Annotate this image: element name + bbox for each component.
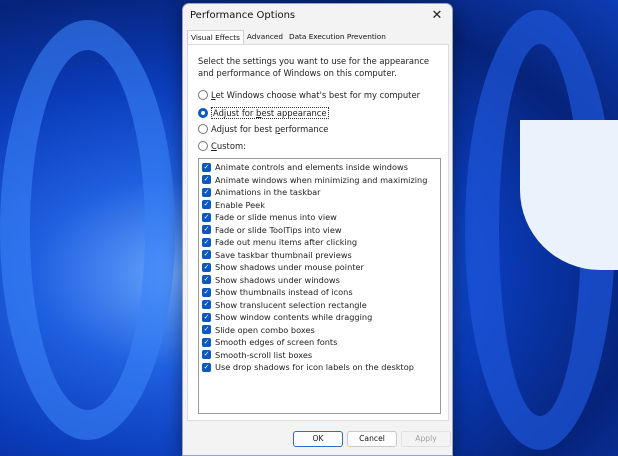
- effect-checkbox-item[interactable]: ✓ Show thumbnails instead of icons: [199, 286, 440, 299]
- radio-option[interactable]: Adjust for best performance: [198, 124, 328, 134]
- checkbox-checked-icon: ✓: [202, 325, 211, 335]
- radio-option[interactable]: Adjust for best appearance: [198, 107, 329, 119]
- radio-unselected-icon: [198, 90, 208, 100]
- tab-bar: Visual Effects Advanced Data Execution P…: [187, 30, 389, 45]
- effect-checkbox-item[interactable]: ✓ Show shadows under windows: [199, 274, 440, 287]
- checkbox-checked-icon: ✓: [202, 312, 211, 322]
- effect-label: Use drop shadows for icon labels on the …: [215, 362, 414, 373]
- effect-label: Fade or slide menus into view: [215, 212, 337, 223]
- radio-label: Adjust for best appearance: [211, 107, 329, 119]
- ok-button[interactable]: OK: [293, 431, 343, 447]
- effect-label: Save taskbar thumbnail previews: [215, 249, 352, 260]
- tab-data-execution-prevention[interactable]: Data Execution Prevention: [286, 30, 389, 44]
- tab-advanced[interactable]: Advanced: [244, 30, 286, 44]
- effect-checkbox-item[interactable]: ✓ Show window contents while dragging: [199, 311, 440, 324]
- effect-checkbox-item[interactable]: ✓ Fade out menu items after clicking: [199, 236, 440, 249]
- radio-label-part: Adjust for: [213, 108, 257, 118]
- effect-label: Animations in the taskbar: [215, 187, 321, 198]
- radio-label-part: ustom:: [216, 141, 246, 151]
- effect-label: Enable Peek: [215, 199, 265, 210]
- checkbox-checked-icon: ✓: [202, 237, 211, 247]
- radio-label-part: et Windows choose what's best for my com…: [215, 90, 421, 100]
- radio-selected-icon: [198, 108, 208, 118]
- effect-label: Slide open combo boxes: [215, 324, 315, 335]
- effect-checkbox-item[interactable]: ✓ Show shadows under mouse pointer: [199, 261, 440, 274]
- description: Select the settings you want to use for …: [198, 56, 430, 78]
- radio-label-part: Adjust for best: [211, 124, 275, 134]
- radio-label-part: erformance: [280, 124, 329, 134]
- effect-label: Show window contents while dragging: [215, 312, 373, 323]
- effect-checkbox-item[interactable]: ✓ Save taskbar thumbnail previews: [199, 249, 440, 262]
- dialog-title: Performance Options: [190, 10, 296, 21]
- checkbox-checked-icon: ✓: [202, 187, 211, 197]
- checkbox-checked-icon: ✓: [202, 162, 211, 172]
- wallpaper-swirl: [0, 20, 175, 440]
- checkbox-checked-icon: ✓: [202, 362, 211, 372]
- effect-checkbox-item[interactable]: ✓ Show translucent selection rectangle: [199, 299, 440, 312]
- radio-label: Custom:: [211, 141, 246, 151]
- checkbox-checked-icon: ✓: [202, 350, 211, 360]
- checkbox-checked-icon: ✓: [202, 337, 211, 347]
- radio-option[interactable]: Custom:: [198, 141, 246, 151]
- effect-checkbox-item[interactable]: ✓ Slide open combo boxes: [199, 324, 440, 337]
- effect-checkbox-item[interactable]: ✓ Animate controls and elements inside wi…: [199, 161, 440, 174]
- effect-label: Show translucent selection rectangle: [215, 299, 367, 310]
- effect-label: Show shadows under windows: [215, 274, 340, 285]
- effect-checkbox-item[interactable]: ✓ Use drop shadows for icon labels on the…: [199, 361, 440, 374]
- visual-effects-panel: Select the settings you want to use for …: [187, 44, 449, 421]
- effect-label: Smooth-scroll list boxes: [215, 349, 313, 360]
- checkbox-checked-icon: ✓: [202, 287, 211, 297]
- apply-button[interactable]: Apply: [401, 431, 451, 447]
- effect-checkbox-item[interactable]: ✓ Enable Peek: [199, 199, 440, 212]
- effect-checkbox-item[interactable]: ✓ Fade or slide menus into view: [199, 211, 440, 224]
- effect-label: Fade out menu items after clicking: [215, 237, 358, 248]
- checkbox-checked-icon: ✓: [202, 250, 211, 260]
- radio-option[interactable]: Let Windows choose what's best for my co…: [198, 90, 420, 100]
- checkbox-checked-icon: ✓: [202, 275, 211, 285]
- effects-list[interactable]: ✓ Animate controls and elements inside wi…: [198, 158, 441, 414]
- effect-checkbox-item[interactable]: ✓ Animations in the taskbar: [199, 186, 440, 199]
- effect-checkbox-item[interactable]: ✓ Fade or slide ToolTips into view: [199, 224, 440, 237]
- effect-label: Smooth edges of screen fonts: [215, 337, 338, 348]
- radio-unselected-icon: [198, 141, 208, 151]
- performance-options-dialog: Performance Options ✕ Visual Effects Adv…: [182, 3, 453, 456]
- effect-label: Show shadows under mouse pointer: [215, 262, 364, 273]
- checkbox-checked-icon: ✓: [202, 225, 211, 235]
- effect-label: Animate controls and elements inside win…: [215, 162, 408, 173]
- tab-visual-effects[interactable]: Visual Effects: [187, 30, 244, 45]
- radio-unselected-icon: [198, 124, 208, 134]
- checkbox-checked-icon: ✓: [202, 200, 211, 210]
- effect-checkbox-item[interactable]: ✓ Smooth edges of screen fonts: [199, 336, 440, 349]
- effect-label: Animate windows when minimizing and maxi…: [215, 174, 428, 185]
- effect-checkbox-item[interactable]: ✓ Animate windows when minimizing and max…: [199, 174, 440, 187]
- radio-label: Adjust for best performance: [211, 124, 328, 134]
- checkbox-checked-icon: ✓: [202, 175, 211, 185]
- close-icon[interactable]: ✕: [426, 6, 448, 26]
- radio-label-part: est appearance: [261, 108, 327, 118]
- effect-label: Fade or slide ToolTips into view: [215, 224, 342, 235]
- checkbox-checked-icon: ✓: [202, 262, 211, 272]
- cancel-button[interactable]: Cancel: [347, 431, 397, 447]
- checkbox-checked-icon: ✓: [202, 300, 211, 310]
- radio-label: Let Windows choose what's best for my co…: [211, 90, 420, 100]
- effect-checkbox-item[interactable]: ✓ Smooth-scroll list boxes: [199, 349, 440, 362]
- effect-label: Show thumbnails instead of icons: [215, 287, 353, 298]
- checkbox-checked-icon: ✓: [202, 212, 211, 222]
